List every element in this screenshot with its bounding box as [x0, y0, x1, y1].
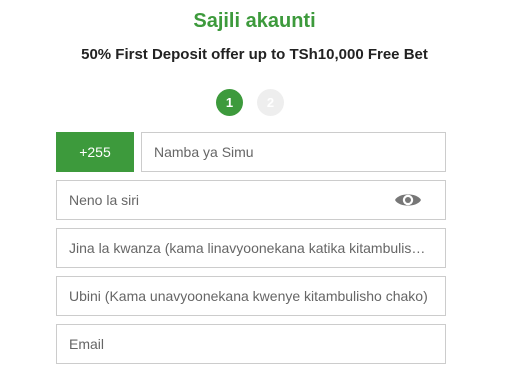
step-indicator: 1 2 [216, 89, 284, 116]
step-2: 2 [257, 89, 284, 116]
eye-icon[interactable] [394, 190, 422, 210]
promo-subtitle: 50% First Deposit offer up to TSh10,000 … [81, 46, 428, 63]
first-name-input[interactable] [56, 228, 446, 268]
password-input[interactable] [56, 180, 446, 220]
phone-number-input[interactable] [141, 132, 446, 172]
country-code-button[interactable]: +255 [56, 132, 134, 172]
last-name-input[interactable] [56, 276, 446, 316]
step-1: 1 [216, 89, 243, 116]
email-input[interactable] [56, 324, 446, 364]
page-title: Sajili akaunti [193, 10, 316, 32]
